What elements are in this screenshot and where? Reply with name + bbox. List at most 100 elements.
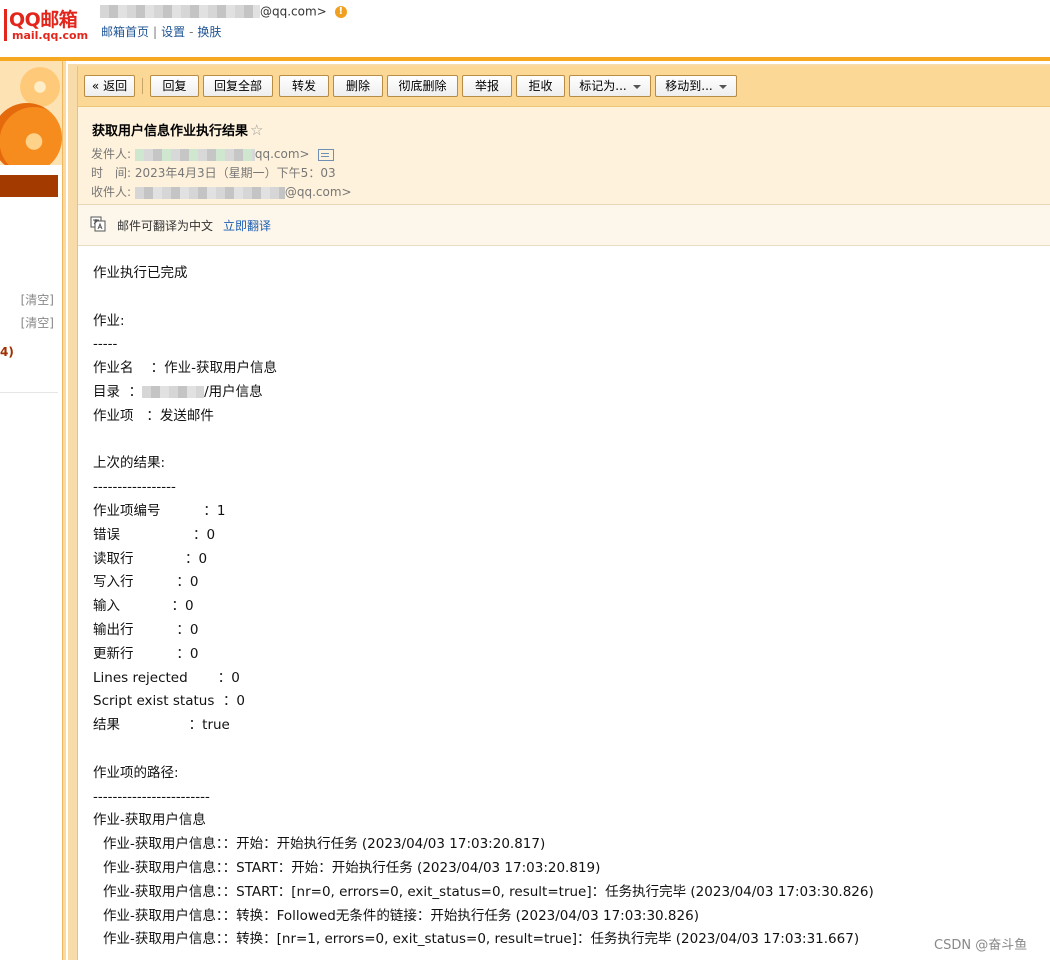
- mail-subject: 获取用户信息作业执行结果 ☆: [92, 120, 263, 139]
- sidebar-divider: [0, 392, 58, 393]
- body-line-text: 结果 ：true: [93, 717, 230, 734]
- body-line-text: Script exist status ：0: [93, 693, 246, 710]
- delete-forever-button[interactable]: 彻底删除: [387, 75, 458, 97]
- link-separator: |: [153, 25, 158, 39]
- account-address: @qq.com>!: [100, 4, 347, 22]
- body-line-text: 输入 ：0: [93, 598, 194, 615]
- skin-orange-highlight: [20, 67, 60, 107]
- sender-row: 发件人: qq.com>: [91, 145, 334, 162]
- body-line: 作业:: [93, 310, 1043, 334]
- body-line: 输入 ：0: [93, 595, 1043, 619]
- qq-mail-logo[interactable]: QQ邮箱 mail.qq.com: [4, 3, 89, 43]
- body-line-text: 输出行 ：0: [93, 621, 199, 638]
- account-suffix: @qq.com>: [260, 4, 327, 19]
- body-line: Lines rejected ：0: [93, 667, 1043, 691]
- body-line: 目录 ： /用户信息: [93, 381, 1043, 405]
- move-to-dropdown[interactable]: 移动到...: [655, 75, 737, 97]
- body-line: 作业项编号 ：1: [93, 500, 1043, 524]
- contact-card-icon[interactable]: [317, 148, 334, 161]
- body-line-text: 错误 ：0: [93, 526, 216, 543]
- body-line-text: Lines rejected ：0: [93, 669, 240, 686]
- body-line: 作业项的路径:: [93, 762, 1043, 786]
- left-sidebar: [清空] [清空] 4): [0, 61, 66, 960]
- sidebar-panel: [清空] [清空] 4): [0, 61, 63, 960]
- body-line: 作业执行已完成: [93, 262, 1043, 286]
- reply-all-button[interactable]: 回复全部: [203, 75, 273, 97]
- mail-body: 作业执行已完成 作业: ----- 作业名 ：作业-获取用户信息 目录 ： /用户信息 作业…: [93, 262, 1043, 952]
- clear-link-1[interactable]: [清空]: [21, 291, 54, 308]
- report-button[interactable]: 举报: [462, 75, 512, 97]
- translate-bar: 邮件可翻译为中文 立即翻译: [78, 205, 1050, 246]
- skin-banner: [0, 61, 62, 165]
- time-row: 时 间: 2023年4月3日（星期一）下午5：03: [91, 164, 336, 181]
- move-to-label: 移动到...: [665, 79, 713, 93]
- body-line: 作业-获取用户信息：：START：开始：开始执行任务 (2023/04/03 1…: [93, 857, 1043, 881]
- body-line-text: 作业-获取用户信息：：转换：Followed无条件的链接：开始执行任务 (202…: [103, 907, 699, 924]
- settings-link[interactable]: 设置: [161, 25, 185, 39]
- body-line: ------------------------: [93, 786, 1043, 810]
- skin-link[interactable]: 换肤: [197, 25, 221, 39]
- body-line-text: 作业-获取用户信息：：START：[nr=0, errors=0, exit_s…: [103, 883, 874, 900]
- body-line: 读取行 ：0: [93, 548, 1043, 572]
- compose-button[interactable]: [0, 175, 58, 197]
- link-separator: -: [189, 25, 194, 39]
- body-line-text: 作业名 ：作业-获取用户信息: [93, 360, 278, 377]
- directory-rest: /用户信息: [204, 383, 263, 400]
- warning-icon[interactable]: !: [334, 5, 347, 18]
- recipient-row: 收件人: @qq.com>: [91, 183, 352, 200]
- body-line: Script exist status ：0: [93, 690, 1043, 714]
- translate-now-link[interactable]: 立即翻译: [223, 217, 271, 234]
- body-line-text: 作业项编号 ：1: [93, 502, 226, 519]
- reject-button[interactable]: 拒收: [516, 75, 565, 97]
- mail-panel: « 返回 回复 回复全部 转发 删除 彻底删除 举报 拒收 标记为... 移动到…: [68, 64, 1050, 960]
- mail-header: 获取用户信息作业执行结果 ☆ 发件人: qq.com> 时 间: 2023年4月3…: [78, 107, 1050, 205]
- logo-subtitle: mail.qq.com: [12, 29, 89, 42]
- reply-button[interactable]: 回复: [150, 75, 199, 97]
- body-line: 作业-获取用户信息：：转换：[nr=1, errors=0, exit_stat…: [93, 928, 1043, 952]
- body-line-text: 更新行 ：0: [93, 645, 199, 662]
- folder-unread-count[interactable]: 4): [0, 345, 14, 359]
- chevron-down-icon: [632, 84, 641, 89]
- translate-icon: [90, 216, 106, 232]
- body-line-text: 上次的结果:: [93, 455, 166, 472]
- body-line-text: 作业:: [93, 312, 125, 329]
- redacted-recipient: [134, 186, 285, 199]
- body-line: 作业-获取用户信息: [93, 809, 1043, 833]
- body-line-text: 作业执行已完成: [93, 265, 188, 281]
- header-divider: [0, 57, 1050, 61]
- home-link[interactable]: 邮箱首页: [101, 25, 149, 39]
- subject-text: 获取用户信息作业执行结果: [92, 124, 249, 139]
- body-line: 写入行 ：0: [93, 571, 1043, 595]
- body-line: 作业项 ：发送邮件: [93, 405, 1043, 429]
- body-line: [93, 738, 1043, 762]
- mail-view: « 返回 回复 回复全部 转发 删除 彻底删除 举报 拒收 标记为... 移动到…: [77, 66, 1050, 960]
- time-value: 2023年4月3日（星期一）下午5：03: [134, 166, 336, 180]
- body-line: 作业-获取用户信息：：START：[nr=0, errors=0, exit_s…: [93, 881, 1043, 905]
- body-line: [93, 429, 1043, 453]
- csdn-watermark: CSDN @奋斗鱼: [934, 938, 1028, 953]
- toolbar-separator: [142, 78, 143, 94]
- recipient-suffix[interactable]: @qq.com>: [285, 185, 352, 199]
- forward-button[interactable]: 转发: [279, 75, 329, 97]
- mark-as-dropdown[interactable]: 标记为...: [569, 75, 651, 97]
- body-line-text: 作业项的路径:: [93, 764, 179, 781]
- body-line: 作业-获取用户信息：：开始：开始执行任务 (2023/04/03 17:03:2…: [93, 833, 1043, 857]
- logo-title: QQ邮箱: [9, 9, 78, 31]
- sender-label: 发件人:: [91, 147, 132, 161]
- body-line: -----: [93, 333, 1043, 357]
- back-button[interactable]: « 返回: [84, 75, 135, 97]
- mail-toolbar: « 返回 回复 回复全部 转发 删除 彻底删除 举报 拒收 标记为... 移动到…: [78, 66, 1050, 107]
- body-line: 更新行 ：0: [93, 643, 1043, 667]
- body-line-text: -----: [93, 336, 118, 353]
- body-line: 错误 ：0: [93, 524, 1043, 548]
- body-line: 作业名 ：作业-获取用户信息: [93, 357, 1043, 381]
- star-icon[interactable]: ☆: [250, 121, 263, 139]
- body-line: 输出行 ：0: [93, 619, 1043, 643]
- clear-link-2[interactable]: [清空]: [21, 314, 54, 331]
- delete-button[interactable]: 删除: [333, 75, 383, 97]
- redacted-account-name: [100, 5, 260, 18]
- top-header: QQ邮箱 mail.qq.com @qq.com>! 邮箱首页 | 设置 - 换肤: [0, 0, 1050, 61]
- body-line-text: 读取行 ：0: [93, 550, 208, 567]
- sender-suffix[interactable]: qq.com>: [255, 147, 310, 161]
- body-line-text: 作业-获取用户信息：：开始：开始执行任务 (2023/04/03 17:03:2…: [103, 836, 546, 853]
